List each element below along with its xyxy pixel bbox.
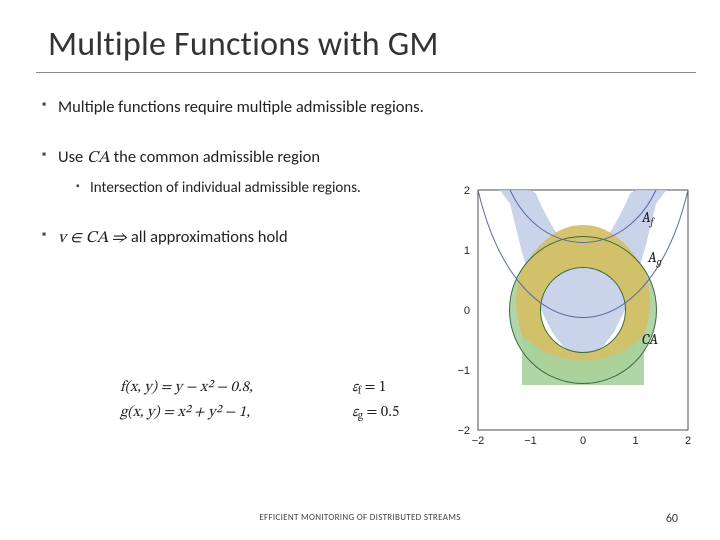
- equation-block: f(x, y) = y − x² − 0.8, εf = 1 g(x, y) =…: [120, 375, 412, 425]
- tick-x-m2: −2: [472, 435, 485, 447]
- figure-svg: 2 1 0 −1 −2 −2 −1 0 1 2 Af Ag CA: [448, 180, 698, 456]
- bullet-2-ca: CA: [87, 149, 110, 166]
- bullet-2-sub: Intersection of individual admissible re…: [76, 178, 462, 198]
- tick-y-m2: −2: [457, 425, 470, 437]
- tick-x-2: 2: [685, 435, 691, 447]
- bullet-list: Multiple functions require multiple admi…: [42, 96, 462, 249]
- bullet-3-post: all approximations hold: [131, 227, 288, 247]
- tick-y-0: 0: [464, 305, 470, 317]
- footer-center-text: EFFICIENT MONITORING OF DISTRIBUTED STRE…: [259, 512, 460, 523]
- tick-y-1: 1: [464, 245, 470, 257]
- tick-y-2: 2: [464, 185, 470, 197]
- footer: EFFICIENT MONITORING OF DISTRIBUTED STRE…: [0, 512, 720, 532]
- bullet-2: Use CA the common admissible region Inte…: [42, 146, 462, 198]
- bullet-3-math: v ∈ CA ⇒: [58, 229, 131, 246]
- page-number: 60: [666, 512, 678, 526]
- tick-x-0: 0: [580, 435, 586, 447]
- label-CA: CA: [642, 330, 658, 348]
- bullet-2-pre: Use: [58, 147, 87, 167]
- bullet-2-post: the common admissible region: [110, 147, 320, 167]
- tick-x-1: 1: [632, 435, 638, 447]
- title-underline: [36, 72, 696, 73]
- body-content: Multiple functions require multiple admi…: [42, 96, 462, 277]
- eq-f: f(x, y) = y − x² − 0.8,: [120, 377, 300, 400]
- eps-f: εf = 1: [352, 375, 412, 400]
- slide: Multiple Functions with GM Multiple func…: [0, 0, 720, 540]
- slide-title: Multiple Functions with GM: [48, 24, 439, 65]
- tick-y-m1: −1: [457, 365, 470, 377]
- bullet-3: v ∈ CA ⇒ all approximations hold: [42, 226, 462, 249]
- figure: 2 1 0 −1 −2 −2 −1 0 1 2 Af Ag CA: [448, 180, 698, 456]
- eps-g: εg = 0.5: [352, 400, 412, 425]
- bullet-1: Multiple functions require multiple admi…: [42, 96, 462, 118]
- eq-g: g(x, y) = x² + y² − 1,: [120, 402, 300, 425]
- bullet-2-sublist: Intersection of individual admissible re…: [58, 178, 462, 198]
- tick-x-m1: −1: [524, 435, 537, 447]
